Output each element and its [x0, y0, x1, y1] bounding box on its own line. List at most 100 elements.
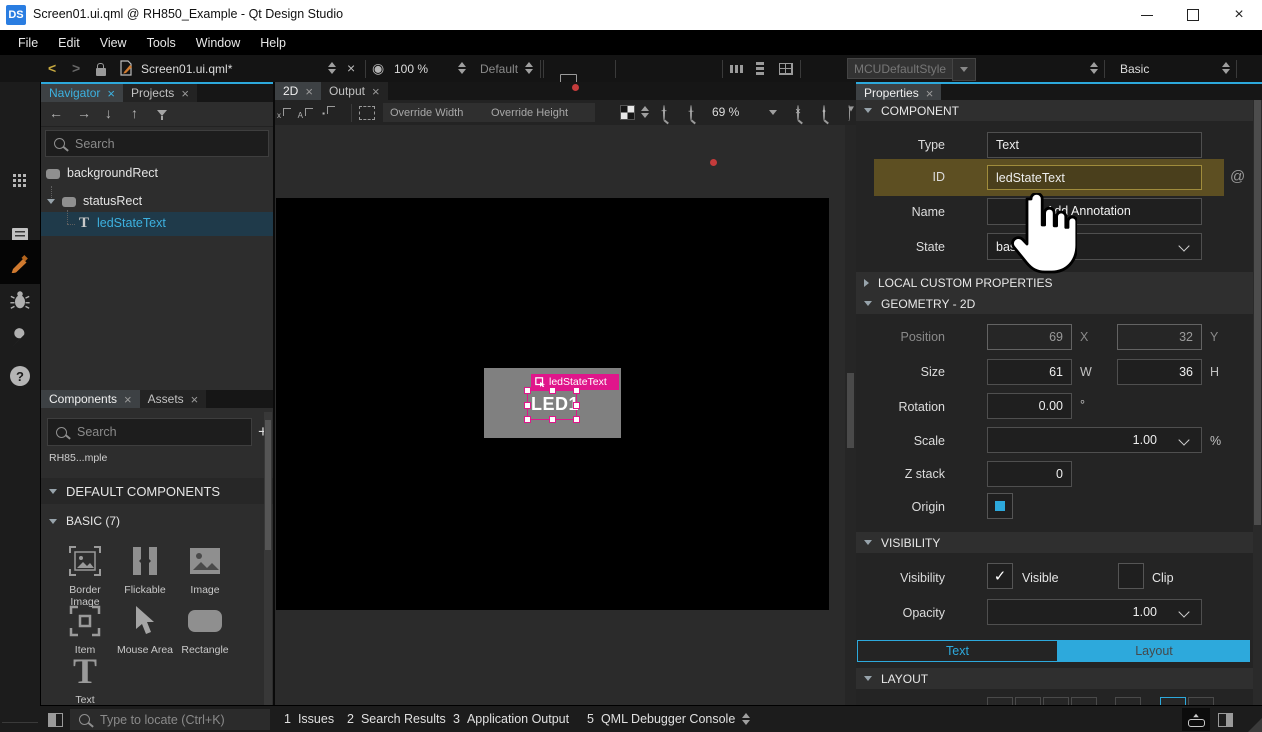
- section-visibility[interactable]: VISIBILITY: [856, 532, 1261, 553]
- annotation-at-icon[interactable]: @: [1230, 168, 1245, 185]
- close-document-icon[interactable]: ×: [347, 60, 355, 76]
- debug-mode-icon[interactable]: [9, 289, 31, 314]
- menu-help[interactable]: Help: [250, 30, 296, 55]
- toggle-right-panel-icon[interactable]: [1218, 713, 1233, 727]
- close-icon[interactable]: ×: [124, 393, 132, 406]
- close-icon[interactable]: ×: [305, 85, 313, 98]
- component-flickable[interactable]: Flickable: [115, 542, 175, 596]
- canvas-area[interactable]: ledStateText LED1: [275, 125, 856, 732]
- component-item[interactable]: Item: [55, 602, 115, 656]
- selection-handle[interactable]: [573, 416, 580, 423]
- type-field[interactable]: Text: [987, 132, 1202, 158]
- background-spinner[interactable]: [641, 106, 649, 118]
- components-search-input[interactable]: [75, 424, 243, 440]
- projects-wrench-icon[interactable]: [9, 327, 31, 352]
- zoom-out-icon[interactable]: [690, 105, 692, 121]
- close-button[interactable]: ×: [1216, 0, 1262, 30]
- anchor-bottom-button[interactable]: [1015, 697, 1041, 705]
- file-spinner[interactable]: [328, 62, 336, 74]
- help-mode-icon[interactable]: ?: [10, 366, 30, 386]
- back-icon[interactable]: <: [48, 60, 56, 76]
- id-field[interactable]: ledStateText: [987, 165, 1202, 190]
- canvas-zoom-value[interactable]: 69 %: [712, 105, 739, 119]
- run-icon[interactable]: ◉: [372, 60, 384, 77]
- reset-view-icon[interactable]: [848, 105, 850, 121]
- close-icon[interactable]: ×: [191, 393, 199, 406]
- workspace-spinner-left[interactable]: [1090, 62, 1098, 74]
- distribute-vertical-icon[interactable]: [756, 62, 764, 76]
- tab-projects[interactable]: Projects×: [123, 84, 197, 102]
- selection-handle[interactable]: [549, 387, 556, 394]
- filter-icon[interactable]: [157, 110, 167, 120]
- kit-spinner[interactable]: [525, 62, 533, 74]
- anchor-horizontal-center-button[interactable]: [1188, 697, 1214, 705]
- navigator-search[interactable]: [45, 130, 269, 157]
- style-selector[interactable]: MCUDefaultStyle: [847, 58, 961, 79]
- close-icon[interactable]: ×: [926, 87, 934, 100]
- tab-layout-properties[interactable]: Layout: [1058, 640, 1250, 662]
- anchor-top-button[interactable]: [987, 697, 1013, 705]
- section-basic[interactable]: BASIC (7): [41, 510, 273, 532]
- zstack-field[interactable]: 0: [987, 461, 1072, 487]
- component-mouse-area[interactable]: Mouse Area: [115, 602, 175, 656]
- distribute-horizontal-icon[interactable]: [730, 65, 744, 73]
- anchor-right-button[interactable]: [1071, 697, 1097, 705]
- tab-text-properties[interactable]: Text: [857, 640, 1058, 662]
- section-component[interactable]: COMPONENT: [856, 100, 1261, 121]
- anchor-left-button[interactable]: [1043, 697, 1069, 705]
- menu-file[interactable]: File: [8, 30, 48, 55]
- component-rectangle[interactable]: Rectangle: [175, 602, 235, 656]
- size-w-field[interactable]: 61: [987, 359, 1072, 385]
- selection-handle[interactable]: [524, 416, 531, 423]
- run-zoom-value[interactable]: 100 %: [394, 62, 428, 76]
- opacity-field[interactable]: 1.00: [987, 599, 1202, 625]
- zoom-spinner[interactable]: [458, 62, 466, 74]
- menu-tools[interactable]: Tools: [137, 30, 186, 55]
- section-layout[interactable]: LAYOUT: [856, 668, 1261, 689]
- expand-arrow-icon[interactable]: [47, 199, 55, 204]
- menu-view[interactable]: View: [90, 30, 137, 55]
- components-scrollbar[interactable]: [264, 412, 272, 705]
- distribute-grid-icon[interactable]: [779, 63, 793, 75]
- locator[interactable]: [70, 709, 270, 730]
- tab-assets[interactable]: Assets×: [140, 390, 207, 408]
- override-height-field[interactable]: Override Height: [484, 103, 595, 122]
- output-pane-search-results[interactable]: 2Search Results: [347, 712, 446, 726]
- override-width-field[interactable]: Override Width: [383, 103, 494, 122]
- locator-input[interactable]: [98, 712, 261, 728]
- unlock-icon[interactable]: [96, 68, 106, 76]
- selection-handle[interactable]: [573, 402, 580, 409]
- maximize-button[interactable]: [1170, 0, 1216, 30]
- toggle-left-panel-icon[interactable]: [48, 713, 63, 727]
- minimize-button[interactable]: [1124, 0, 1170, 30]
- scale-field[interactable]: 1.00: [987, 427, 1202, 453]
- output-pane-application-output[interactable]: 3Application Output: [453, 712, 569, 726]
- tree-row-backgroundrect[interactable]: backgroundRect: [41, 162, 273, 186]
- tab-components[interactable]: Components×: [41, 390, 140, 408]
- tree-row-ledstatetext[interactable]: T ledStateText: [41, 212, 273, 236]
- resize-grip[interactable]: [1248, 718, 1262, 732]
- progress-indicator[interactable]: [1182, 708, 1210, 731]
- output-pane-spinner[interactable]: [742, 713, 750, 725]
- zoom-all-icon[interactable]: [797, 105, 799, 121]
- navigator-search-input[interactable]: [73, 136, 260, 152]
- selection-handle[interactable]: [549, 416, 556, 423]
- design-mode-tile[interactable]: [0, 240, 40, 284]
- close-icon[interactable]: ×: [372, 85, 380, 98]
- tab-2d[interactable]: 2D×: [275, 82, 321, 100]
- clip-checkbox[interactable]: [1118, 563, 1144, 589]
- anchor-fill-button[interactable]: [1115, 697, 1141, 705]
- component-text[interactable]: T Text: [55, 652, 115, 705]
- tab-navigator[interactable]: Navigator×: [41, 84, 123, 102]
- anchor-vertical-center-button[interactable]: [1160, 697, 1186, 705]
- menu-edit[interactable]: Edit: [48, 30, 90, 55]
- snapping-icon[interactable]: [359, 106, 375, 120]
- visible-checkbox[interactable]: ✓: [987, 563, 1013, 589]
- selection-handle[interactable]: [524, 387, 531, 394]
- output-pane-qml-debugger[interactable]: 5QML Debugger Console: [587, 712, 735, 726]
- section-geometry-2d[interactable]: GEOMETRY - 2D: [856, 293, 1261, 314]
- welcome-mode-icon[interactable]: [13, 174, 16, 177]
- nav-back-icon[interactable]: ←: [49, 105, 63, 121]
- nav-forward-icon[interactable]: →: [77, 105, 91, 121]
- origin-button[interactable]: [987, 493, 1013, 519]
